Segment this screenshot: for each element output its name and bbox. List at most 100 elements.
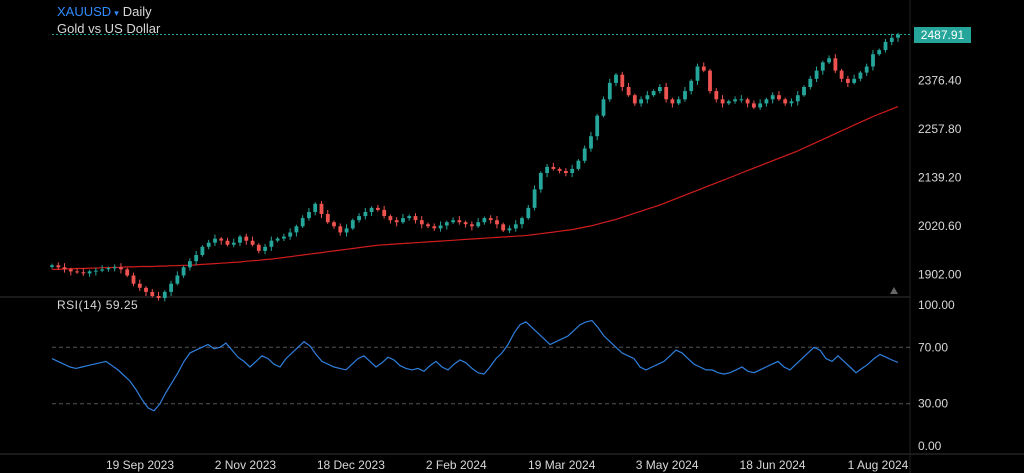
candle-body — [683, 91, 687, 100]
time-axis-label: 3 May 2024 — [636, 458, 699, 472]
candle-body — [570, 168, 575, 173]
candle-body — [576, 160, 581, 169]
candle-body — [50, 265, 54, 267]
candle-body — [144, 287, 148, 292]
candle-body — [858, 72, 863, 79]
candle-body — [169, 283, 173, 292]
candle-body — [564, 171, 568, 173]
candle-body — [231, 242, 236, 245]
candle-body — [332, 222, 336, 227]
time-axis-label: 1 Aug 2024 — [848, 458, 909, 472]
candle-body — [620, 74, 625, 87]
candle-body — [62, 267, 67, 270]
chart-canvas[interactable]: 2376.40 2257.80 2139.20 2020.60 1902.00 100.0… — [0, 0, 1024, 473]
candle-body — [300, 218, 305, 227]
candle-body — [263, 246, 267, 251]
chart-window: 2376.40 2257.80 2139.20 2020.60 1902.00 100.0… — [0, 0, 1024, 473]
candle-body — [407, 216, 412, 219]
candle-body — [827, 58, 831, 63]
candle-body — [338, 226, 343, 233]
candle-body — [131, 275, 136, 284]
candle-body — [764, 99, 769, 104]
candle-body — [507, 228, 512, 231]
candle-body — [200, 246, 205, 255]
time-axis-label: 2 Nov 2023 — [215, 458, 277, 472]
candle-body — [520, 218, 524, 225]
candle-body — [808, 78, 813, 87]
candle-body — [319, 203, 324, 214]
candle-body — [752, 103, 756, 108]
candle-body — [795, 95, 800, 102]
candle-body — [219, 238, 224, 241]
chart-header: XAUUSD ▾ Daily Gold vs US Dollar — [57, 4, 160, 37]
candle-body — [225, 240, 230, 245]
candle-body — [56, 265, 61, 268]
candle-body — [119, 267, 123, 270]
candle-body — [557, 168, 562, 171]
candle-body — [94, 270, 98, 272]
candle-body — [175, 275, 180, 284]
candle-body — [75, 271, 79, 273]
candle-body — [463, 222, 468, 225]
price-axis-tick: 2376.40 — [918, 73, 962, 87]
interval-label[interactable]: Daily — [123, 4, 152, 19]
candle-body — [708, 70, 712, 92]
time-axis-label: 19 Sep 2023 — [106, 458, 174, 472]
candle-body — [282, 236, 286, 239]
candle-body — [294, 226, 299, 233]
candle-body — [438, 225, 443, 229]
candle-body — [444, 222, 449, 226]
candle-body — [137, 283, 142, 288]
candle-body — [758, 103, 763, 108]
rsi-axis-tick: 30.00 — [918, 397, 948, 411]
candle-body — [432, 226, 437, 229]
candle-body — [470, 224, 474, 227]
candle-body — [745, 99, 750, 104]
candle-body — [181, 267, 186, 276]
candle-body — [501, 224, 506, 231]
price-axis-tick: 1902.00 — [918, 268, 962, 282]
candle-body — [545, 166, 549, 173]
candle-body — [457, 220, 462, 223]
candle-body — [156, 296, 161, 298]
candle-body — [376, 207, 380, 210]
candle-body — [639, 99, 643, 104]
candle-body — [482, 218, 487, 223]
candle-body — [871, 54, 875, 67]
candle-body — [846, 78, 850, 83]
candle-body — [401, 218, 405, 223]
price-axis-tick: 2020.60 — [918, 219, 962, 233]
candle-body — [651, 91, 656, 96]
candle-body — [777, 95, 781, 100]
candle-body — [883, 41, 888, 51]
candle-body — [68, 269, 73, 272]
candle-body — [582, 148, 587, 161]
candle-body — [789, 101, 794, 104]
candle-body — [150, 291, 155, 296]
rsi-axis-tick: 70.00 — [918, 340, 948, 354]
candle-body — [658, 87, 662, 92]
candle-body — [476, 222, 481, 227]
candle-body — [238, 236, 242, 243]
candle-body — [513, 224, 518, 229]
candle-body — [275, 238, 280, 241]
candle-body — [188, 261, 192, 268]
candle-body — [100, 269, 105, 271]
candle-body — [695, 66, 700, 81]
candle-body — [206, 242, 211, 247]
candle-body — [325, 214, 330, 223]
candle-body — [676, 99, 681, 104]
candle-body — [194, 255, 199, 262]
last-price-tag: 2487.91 — [914, 26, 971, 43]
candle-body — [394, 220, 399, 223]
symbol-selector[interactable]: XAUUSD — [57, 4, 111, 19]
candle-body — [256, 244, 261, 251]
candle-body — [820, 62, 825, 71]
candle-body — [814, 70, 819, 79]
chevron-down-icon[interactable]: ▾ — [114, 8, 119, 18]
candle-body — [363, 212, 368, 217]
candle-body — [689, 80, 694, 91]
candle-body — [288, 232, 293, 237]
candle-body — [357, 216, 361, 221]
moving-average-line — [52, 106, 899, 270]
